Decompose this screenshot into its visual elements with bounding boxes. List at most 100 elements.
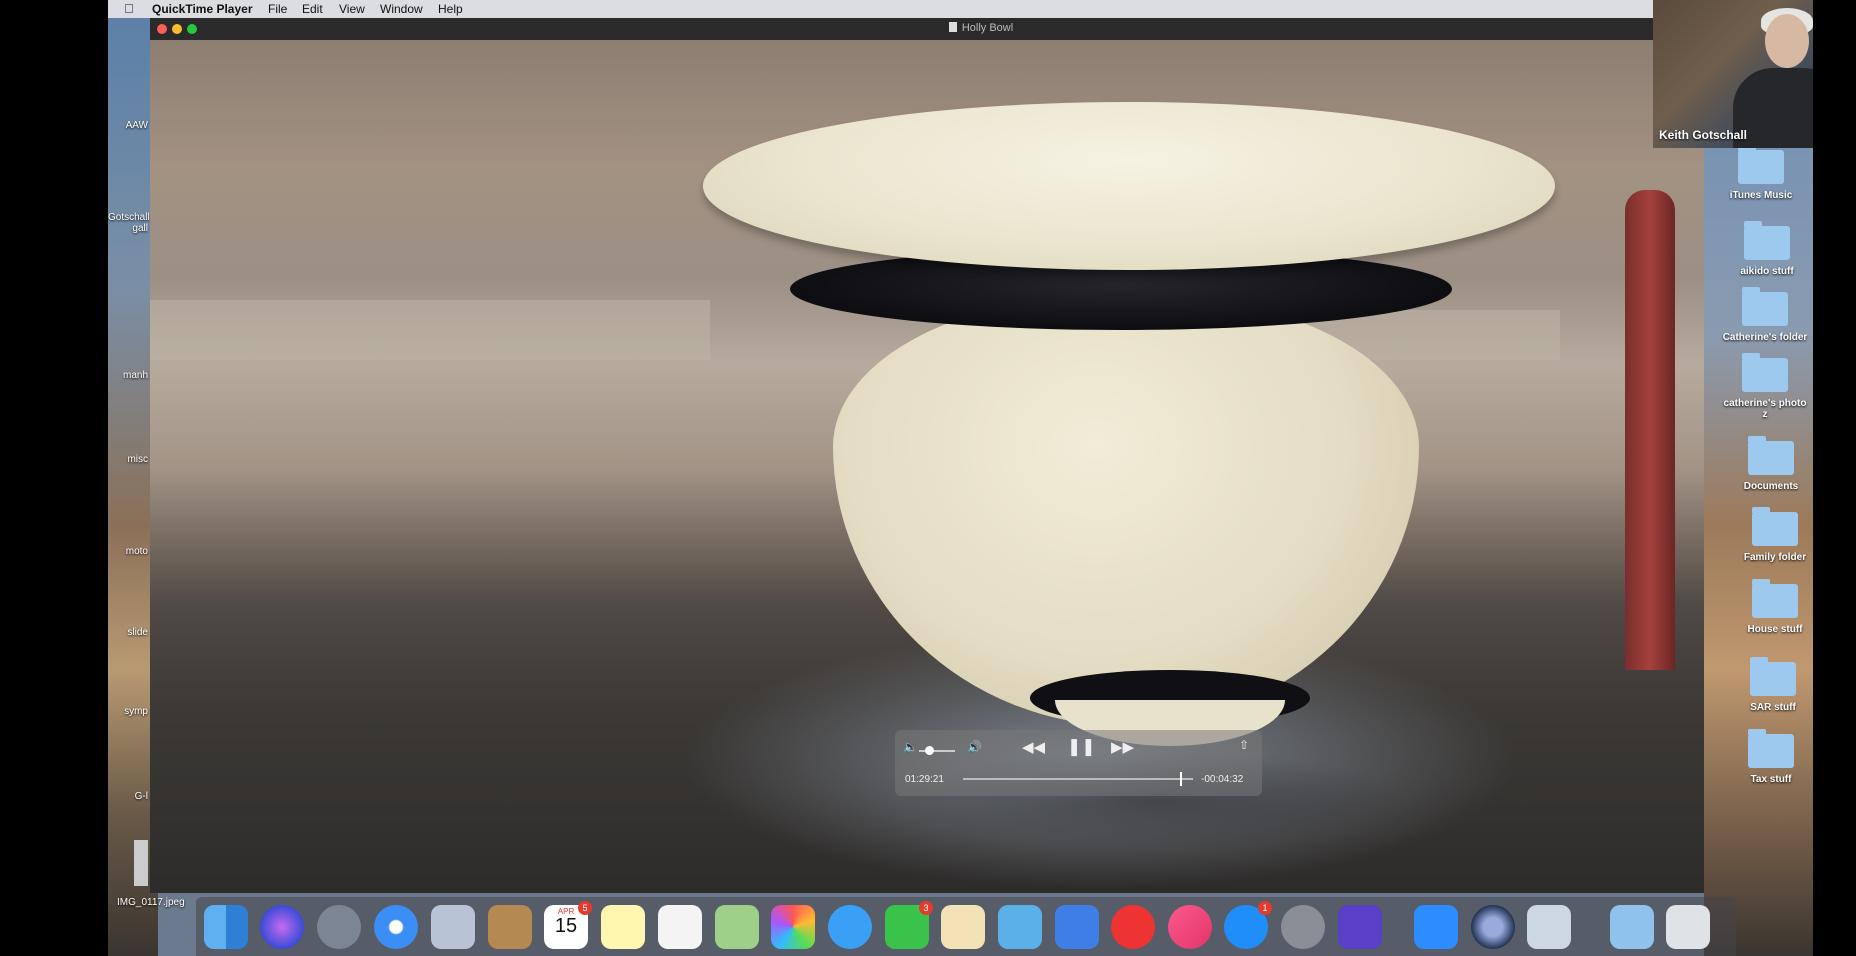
preview-icon[interactable] — [1527, 905, 1571, 949]
desktop-icon-left[interactable]: slide — [108, 627, 148, 638]
bowl-body — [833, 296, 1419, 726]
contacts-icon[interactable] — [488, 905, 532, 949]
desktop-folder[interactable]: SAR stuff — [1730, 657, 1813, 713]
document-icon — [948, 22, 957, 32]
volume-knob[interactable] — [925, 746, 934, 755]
desktop-folder[interactable]: Tax stuff — [1728, 729, 1813, 785]
menu-file[interactable]: File — [268, 2, 287, 16]
playback-controls: 🔈 🔊 ◀◀ ❚❚ ▶▶ ⇧ 01:29:21 -00:04:32 — [895, 730, 1262, 796]
red-object — [1625, 190, 1675, 670]
folder-label: Documents — [1743, 481, 1799, 492]
desktop-folder[interactable]: catherine's photo z — [1722, 353, 1808, 420]
keynote-icon[interactable] — [1055, 905, 1099, 949]
desktop-icon-left[interactable]: manh — [108, 370, 148, 381]
menu-edit[interactable]: Edit — [302, 2, 323, 16]
app-store-icon[interactable]: 1 — [1224, 901, 1272, 949]
folder-label: aikido stuff — [1740, 266, 1794, 277]
desktop-folder[interactable]: Documents — [1728, 436, 1813, 492]
video-frame[interactable]: 🔈 🔊 ◀◀ ❚❚ ▶▶ ⇧ 01:29:21 -00:04:32 — [150, 40, 1704, 893]
messages-icon[interactable] — [828, 905, 872, 949]
remaining-time: -00:04:32 — [1201, 774, 1244, 785]
desktop-icon-left[interactable]: symp — [108, 706, 148, 717]
folder-label: Tax stuff — [1750, 774, 1792, 785]
person-head — [1765, 14, 1809, 68]
notes-icon[interactable] — [601, 905, 645, 949]
window-titlebar[interactable]: Holly Bowl — [150, 18, 1812, 41]
mail-icon[interactable] — [431, 905, 475, 949]
desktop-icon-left[interactable]: Gotschall gall — [108, 212, 150, 234]
desktop-icon-left[interactable]: G-l — [108, 791, 148, 802]
folder-icon — [1750, 657, 1796, 696]
background-shelf — [150, 300, 710, 360]
fast-forward-icon[interactable]: ▶▶ — [1111, 738, 1134, 756]
playhead[interactable] — [1180, 772, 1182, 786]
desktop-folder[interactable]: Family folder — [1732, 507, 1813, 563]
finder-icon[interactable] — [204, 905, 248, 949]
apple-menu-icon[interactable]:  — [124, 1, 134, 16]
folder-label: SAR stuff — [1750, 702, 1796, 713]
volume-max-icon[interactable]: 🔊 — [967, 740, 982, 754]
folder-label: iTunes Music — [1729, 190, 1793, 201]
siri-icon[interactable] — [260, 905, 304, 949]
image-file-icon[interactable] — [134, 840, 148, 886]
downloads-folder-icon[interactable] — [1610, 905, 1654, 949]
desktop-folder[interactable]: Catherine's folder — [1722, 287, 1808, 343]
folder-label: Family folder — [1743, 552, 1807, 563]
facetime-icon[interactable]: 3 — [885, 901, 933, 949]
zoom-icon[interactable] — [1414, 905, 1458, 949]
desktop-folder[interactable]: House stuff — [1732, 579, 1813, 635]
folder-label: House stuff — [1747, 624, 1803, 635]
desktop-folder[interactable]: aikido stuff — [1724, 221, 1810, 277]
folder-icon — [1742, 287, 1788, 326]
menu-view[interactable]: View — [339, 2, 365, 16]
folder-icon — [1748, 436, 1794, 475]
window-title-text: Holly Bowl — [961, 22, 1014, 34]
pause-icon[interactable]: ❚❚ — [1067, 737, 1096, 757]
calendar-day: 15 — [554, 915, 578, 937]
folder-icon — [1752, 507, 1798, 546]
rewind-icon[interactable]: ◀◀ — [1022, 738, 1045, 756]
share-icon[interactable]: ⇧ — [1239, 738, 1249, 752]
music-icon[interactable] — [1168, 905, 1212, 949]
app-store-badge: 1 — [1258, 901, 1272, 915]
reminders-icon[interactable] — [658, 905, 702, 949]
desktop-icon-left[interactable]: AAW — [108, 120, 148, 131]
elapsed-time: 01:29:21 — [905, 774, 944, 785]
webcam-video[interactable]: Keith Gotschall — [1653, 0, 1813, 148]
volume-min-icon[interactable]: 🔈 — [903, 740, 918, 754]
desktop: AAW Gotschall gall manh misc moto slide … — [108, 0, 1813, 956]
desktop-file-label[interactable]: IMG_0117.jpeg — [117, 897, 185, 908]
app-menu[interactable]: QuickTime Player — [152, 2, 253, 16]
calendar-icon[interactable]: APR 15 5 — [544, 901, 592, 949]
news-icon[interactable] — [1111, 905, 1155, 949]
desktop-folder[interactable]: iTunes Music — [1718, 145, 1804, 201]
desktop-icon-left[interactable]: misc — [108, 454, 148, 465]
progress-bar[interactable] — [963, 778, 1193, 780]
menu-bar:  QuickTime Player File Edit View Window… — [108, 0, 1813, 18]
menu-help[interactable]: Help — [438, 2, 463, 16]
folder-icon — [1748, 729, 1794, 768]
folder-icon — [1742, 353, 1788, 392]
safari-icon[interactable] — [374, 905, 418, 949]
participant-name: Keith Gotschall — [1659, 128, 1748, 142]
launchpad-icon[interactable] — [317, 905, 361, 949]
folder-icon — [1738, 145, 1784, 184]
calendar-badge: 5 — [578, 901, 592, 915]
menu-window[interactable]: Window — [380, 2, 423, 16]
desktop-icon-left[interactable]: moto — [108, 546, 148, 557]
maps-icon[interactable] — [715, 905, 759, 949]
bowl-rim — [703, 102, 1555, 270]
photos-icon[interactable] — [771, 905, 815, 949]
folder-icon — [1752, 579, 1798, 618]
folder-label: catherine's photo z — [1723, 398, 1807, 420]
window-title: Holly Bowl — [150, 22, 1812, 34]
imovie-icon[interactable] — [1338, 905, 1382, 949]
system-preferences-icon[interactable] — [1281, 905, 1325, 949]
folder-label: Catherine's folder — [1722, 332, 1808, 343]
pages-icon[interactable] — [941, 905, 985, 949]
trash-icon[interactable] — [1666, 905, 1710, 949]
folder-icon — [1744, 221, 1790, 260]
numbers-icon[interactable] — [998, 905, 1042, 949]
quicktime-icon[interactable] — [1471, 905, 1515, 949]
dock: APR 15 5 3 1 — [196, 897, 1736, 956]
